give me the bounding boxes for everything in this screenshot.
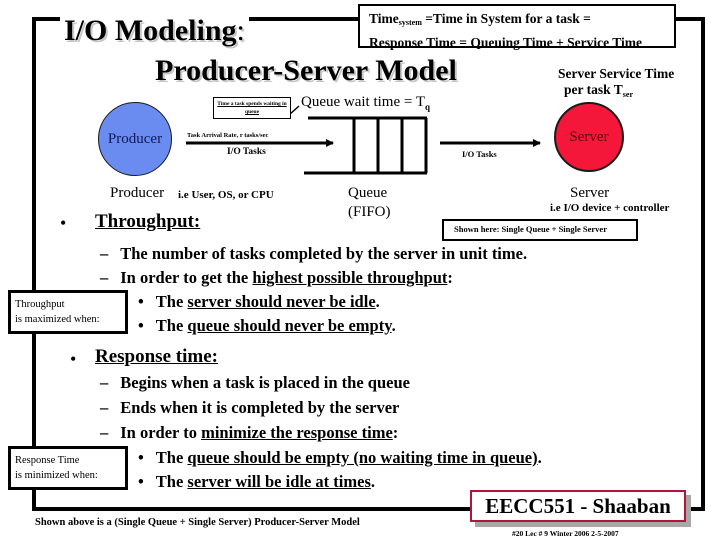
- io-tasks-out-label: I/O Tasks: [462, 149, 497, 159]
- dash-glyph: –: [100, 268, 109, 287]
- response-time-side-box: Response Time is minimized when:: [8, 446, 128, 490]
- side-box-line2: is minimized when:: [15, 470, 98, 481]
- footer-caption: Shown above is a (Single Queue + Single …: [35, 517, 360, 528]
- throughput-heading: Throughput:: [95, 211, 201, 232]
- response-dash-3-suffix: :: [392, 423, 399, 442]
- server-node-label: Server: [569, 128, 609, 145]
- throughput-side-box: Throughput is maximized when:: [8, 290, 128, 334]
- response-condition-2: • The server will be idle at times.: [138, 472, 375, 492]
- response-dash-2: – Ends when it is completed by the server: [100, 398, 399, 418]
- queue-wait-subscript: q: [424, 102, 430, 112]
- io-tasks-in-label: I/O Tasks: [227, 147, 266, 157]
- producer-node-label: Producer: [107, 130, 163, 147]
- response-dash-2-text: Ends when it is completed by the server: [120, 398, 400, 417]
- server-label: Server: [570, 185, 610, 201]
- slide-subtitle: Producer-Server Model: [155, 54, 457, 87]
- response-dash-3-emphasis: minimize the response time: [201, 423, 393, 442]
- producer-examples: i.e User, OS, or CPU: [178, 189, 274, 201]
- condition-emphasis: queue should be empty (no waiting time i…: [187, 448, 538, 467]
- bullet-glyph: •: [138, 448, 144, 467]
- service-time-line1: Server Service Time: [558, 66, 675, 81]
- time-system-box: Timesystem =Time in System for a task = …: [358, 4, 676, 50]
- queue-wait-time-label: Queue wait time = Tq: [301, 94, 430, 112]
- bullet-glyph: •: [138, 316, 144, 335]
- queue-wait-prefix: Queue wait time = T: [301, 94, 425, 110]
- queue-label: Queue (FIFO): [348, 184, 391, 222]
- response-dash-3: – In order to minimize the response time:: [100, 423, 398, 443]
- producer-label: Producer: [110, 185, 165, 201]
- throughput-bullet: •: [60, 213, 67, 233]
- time-system-line2: Response Time = Queuing Time + Service T…: [369, 35, 643, 50]
- server-examples: i.e I/O device + controller: [550, 202, 670, 214]
- server-service-time-label: Server Service Time per task Tser: [558, 66, 674, 103]
- throughput-dash-2: – In order to get the highest possible th…: [100, 268, 453, 288]
- condition-emphasis: server will be idle at times: [187, 472, 371, 491]
- condition-suffix: .: [370, 472, 375, 491]
- throughput-definition: The number of tasks completed by the ser…: [120, 244, 528, 263]
- service-time-prefix: per task T: [564, 82, 623, 97]
- producer-node: Producer: [98, 102, 172, 176]
- slide-info: #20 Lec # 9 Winter 2006 2-5-2007: [512, 529, 619, 538]
- side-box-line1: Throughput: [15, 299, 65, 310]
- condition-emphasis: queue should never be empty: [187, 316, 392, 335]
- condition-prefix: The: [155, 316, 188, 335]
- course-brand-box: EECC551 - Shaaban: [470, 490, 686, 522]
- service-time-subscript: ser: [622, 90, 633, 99]
- time-system-line1: Timesystem =Time in System for a task =: [369, 9, 674, 33]
- throughput-condition-1: • The server should never be idle.: [138, 292, 380, 312]
- side-box-line2: is maximized when:: [15, 314, 100, 325]
- time-subscript: system: [398, 18, 422, 27]
- bullet-glyph: •: [138, 292, 144, 311]
- service-time-line2: per task Tser: [558, 82, 674, 103]
- response-time-heading: Response time:: [95, 346, 218, 367]
- server-node: Server: [554, 102, 624, 172]
- dash-glyph: –: [100, 398, 109, 417]
- slide-title: I/O Modeling:: [60, 14, 249, 48]
- dash-glyph: –: [100, 423, 109, 442]
- title-colon: :: [236, 14, 245, 47]
- condition-prefix: The: [155, 472, 188, 491]
- queue-wait-callout: Time a task spends waiting in queue: [213, 97, 291, 119]
- response-condition-1: • The queue should be empty (no waiting t…: [138, 448, 542, 468]
- throughput-dash-1: – The number of tasks completed by the se…: [100, 244, 527, 264]
- arrival-rate-label: Task Arrival Rate, r tasks/sec: [187, 132, 269, 139]
- condition-prefix: The: [155, 292, 188, 311]
- response-dash-1-text: Begins when a task is placed in the queu…: [120, 373, 410, 392]
- condition-suffix: .: [375, 292, 380, 311]
- title-main: I/O Modeling: [64, 14, 237, 47]
- bullet-glyph: •: [138, 472, 144, 491]
- queue-label-line1: Queue: [348, 185, 388, 201]
- shown-here-box: Shown here: Single Queue + Single Server: [442, 219, 638, 241]
- time-label: Time: [369, 11, 399, 26]
- condition-suffix: .: [391, 316, 396, 335]
- dash-glyph: –: [100, 244, 109, 263]
- response-time-bullet: •: [70, 349, 77, 369]
- response-dash-3-prefix: In order to: [120, 423, 202, 442]
- throughput-condition-2: • The queue should never be empty.: [138, 316, 396, 336]
- response-dash-1: – Begins when a task is placed in the que…: [100, 373, 410, 393]
- queue-label-line2: (FIFO): [348, 204, 391, 220]
- throughput-dash-2-emphasis: highest possible throughput: [252, 268, 448, 287]
- dash-glyph: –: [100, 373, 109, 392]
- time-system-definition: =Time in System for a task =: [421, 11, 591, 26]
- condition-suffix: .: [537, 448, 542, 467]
- condition-emphasis: server should never be idle: [187, 292, 376, 311]
- side-box-line1: Response Time: [15, 455, 80, 466]
- throughput-dash-2-suffix: :: [447, 268, 453, 287]
- condition-prefix: The: [155, 448, 188, 467]
- throughput-dash-2-prefix: In order to get the: [120, 268, 253, 287]
